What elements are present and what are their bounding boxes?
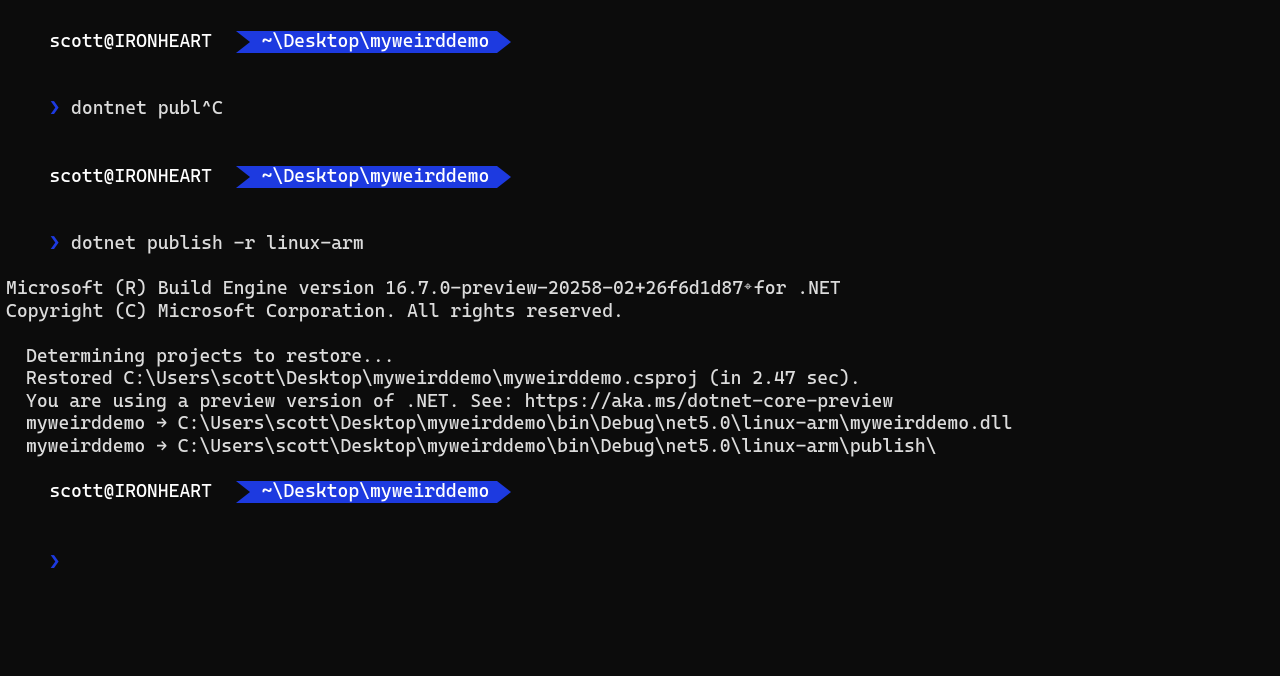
output-blank (6, 323, 1274, 346)
output-line: You are using a preview version of .NET.… (6, 391, 1274, 414)
path-segment: ~\Desktop\myweirddemo (236, 31, 498, 54)
command-input-line[interactable]: ❯ (6, 526, 1274, 598)
mouse-pointer-icon: ⌖ (744, 276, 752, 299)
prompt-line: scott@IRONHEART ~\Desktop\myweirddemo (6, 143, 1274, 211)
user-host: scott@IRONHEART (49, 481, 212, 502)
command-line: ❯ dotnet publish -r linux-arm (6, 211, 1274, 279)
prompt-symbol: ❯ (49, 233, 60, 254)
user-host: scott@IRONHEART (49, 31, 212, 52)
path-segment: ~\Desktop\myweirddemo (236, 481, 498, 504)
prompt-symbol: ❯ (49, 98, 60, 119)
cursor (71, 548, 81, 568)
terminal-viewport[interactable]: scott@IRONHEART ~\Desktop\myweirddemo ❯ … (6, 8, 1274, 597)
user-host: scott@IRONHEART (49, 166, 212, 187)
output-line: myweirddemo → C:\Users\scott\Desktop\myw… (6, 413, 1274, 436)
output-line: Microsoft (R) Build Engine version 16.7.… (6, 278, 1274, 301)
output-line: Restored C:\Users\scott\Desktop\myweirdd… (6, 368, 1274, 391)
prompt-line: scott@IRONHEART ~\Desktop\myweirddemo (6, 8, 1274, 76)
path-segment: ~\Desktop\myweirddemo (236, 166, 498, 189)
output-line: myweirddemo → C:\Users\scott\Desktop\myw… (6, 436, 1274, 459)
prompt-symbol: ❯ (49, 552, 60, 573)
prompt-line: scott@IRONHEART ~\Desktop\myweirddemo (6, 458, 1274, 526)
command-text: dontnet publ (71, 98, 201, 119)
command-text: dotnet publish -r linux-arm (71, 233, 364, 254)
ctrl-c: ^C (201, 98, 223, 119)
output-line: Determining projects to restore... (6, 346, 1274, 369)
output-line: Copyright (C) Microsoft Corporation. All… (6, 301, 1274, 324)
command-line: ❯ dontnet publ^C (6, 76, 1274, 144)
